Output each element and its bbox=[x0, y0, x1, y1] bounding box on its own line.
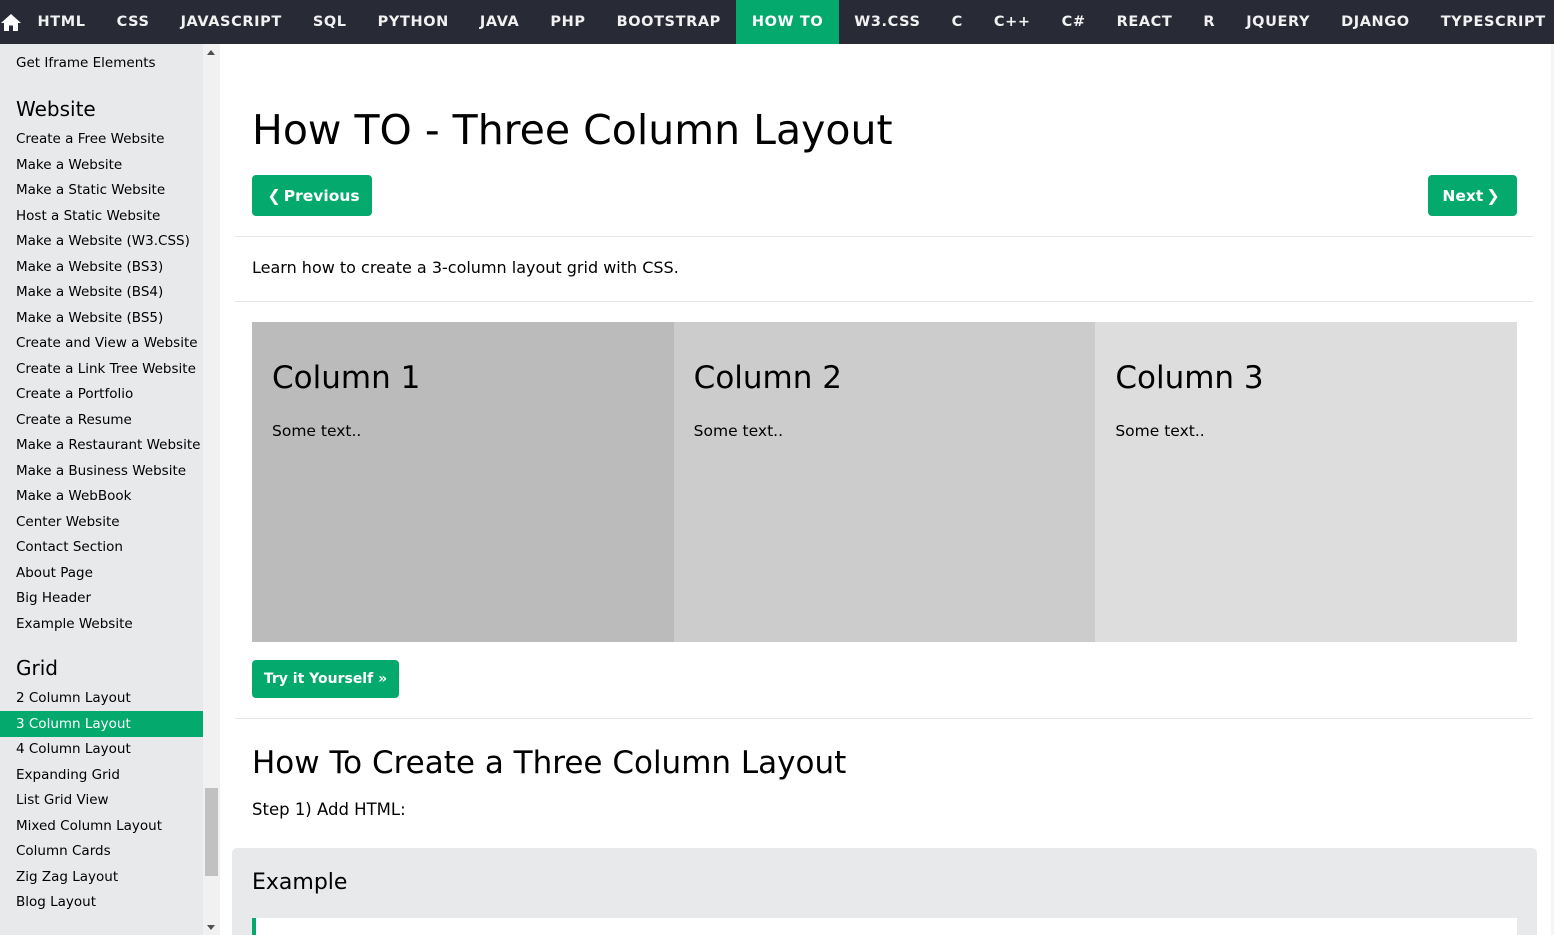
sidebar-item-list-grid-view[interactable]: List Grid View bbox=[0, 788, 203, 814]
sidebar-item-create-a-free-website[interactable]: Create a Free Website bbox=[0, 127, 203, 153]
nav-item-css[interactable]: CSS bbox=[101, 0, 165, 44]
intro-text: Learn how to create a 3-column layout gr… bbox=[252, 258, 679, 277]
nav-item-react[interactable]: REACT bbox=[1101, 0, 1188, 44]
sidebar-item-create-a-link-tree-website[interactable]: Create a Link Tree Website bbox=[0, 356, 203, 382]
sidebar-item-blog-layout[interactable]: Blog Layout bbox=[0, 890, 203, 916]
sidebar-item-create-a-resume[interactable]: Create a Resume bbox=[0, 407, 203, 433]
previous-button[interactable]: ❮ Previous bbox=[252, 175, 372, 216]
section-heading: How To Create a Three Column Layout bbox=[252, 745, 847, 781]
nav-item-typescript[interactable]: TYPESCRIPT bbox=[1425, 0, 1554, 44]
column-3: Column 3 Some text.. bbox=[1095, 322, 1518, 642]
top-navigation: HTML CSS JAVASCRIPT SQL PYTHON JAVA PHP BOOTSTR… bbox=[0, 0, 1554, 44]
sidebar: Get Iframe Elements Website Create a Fre… bbox=[0, 44, 203, 935]
sidebar-heading-website: Website bbox=[16, 96, 96, 121]
try-it-yourself-button[interactable]: Try it Yourself » bbox=[252, 660, 399, 698]
next-label: Next bbox=[1442, 186, 1484, 205]
nav-item-javascript[interactable]: JAVASCRIPT bbox=[165, 0, 297, 44]
nav-item-c[interactable]: C++ bbox=[978, 0, 1046, 44]
column-1: Column 1 Some text.. bbox=[252, 322, 674, 642]
three-column-demo: Column 1 Some text.. Column 2 Some text.… bbox=[252, 322, 1518, 642]
column-text: Some text.. bbox=[693, 422, 784, 440]
sidebar-item-get-iframe-elements[interactable]: Get Iframe Elements bbox=[0, 50, 203, 76]
divider bbox=[235, 301, 1533, 302]
sidebar-item-center-website[interactable]: Center Website bbox=[0, 509, 203, 535]
sidebar-item-make-a-website-bs4[interactable]: Make a Website (BS4) bbox=[0, 280, 203, 306]
sidebar-item-make-a-restaurant-website[interactable]: Make a Restaurant Website bbox=[0, 433, 203, 459]
next-button[interactable]: Next ❯ bbox=[1428, 175, 1517, 216]
step-text: Step 1) Add HTML: bbox=[252, 800, 406, 819]
main-content: How TO - Three Column Layout ❮ Previous … bbox=[220, 44, 1554, 935]
previous-label: Previous bbox=[283, 186, 360, 205]
sidebar-item-make-a-business-website[interactable]: Make a Business Website bbox=[0, 458, 203, 484]
scroll-down-arrow-icon[interactable] bbox=[207, 925, 215, 930]
nav-item-jquery[interactable]: JQUERY bbox=[1231, 0, 1326, 44]
column-heading: Column 2 bbox=[693, 360, 842, 396]
sidebar-item-make-a-static-website[interactable]: Make a Static Website bbox=[0, 178, 203, 204]
column-heading: Column 3 bbox=[1115, 360, 1264, 396]
nav-item-django[interactable]: DJANGO bbox=[1326, 0, 1426, 44]
divider bbox=[235, 718, 1533, 719]
nav-item-html[interactable]: HTML bbox=[22, 0, 101, 44]
sidebar-item-create-a-portfolio[interactable]: Create a Portfolio bbox=[0, 382, 203, 408]
sidebar-grid-list: 2 Column Layout 3 Column Layout 4 Column L… bbox=[0, 686, 203, 916]
example-heading: Example bbox=[252, 870, 348, 895]
sidebar-item-make-a-webbook[interactable]: Make a WebBook bbox=[0, 484, 203, 510]
nav-item-r[interactable]: R bbox=[1188, 0, 1231, 44]
sidebar-item-2-column-layout[interactable]: 2 Column Layout bbox=[0, 686, 203, 712]
page-title: How TO - Three Column Layout bbox=[252, 106, 893, 154]
nav-item-c[interactable]: C bbox=[936, 0, 978, 44]
sidebar-item-create-and-view-a-website[interactable]: Create and View a Website bbox=[0, 331, 203, 357]
nav-item-bootstrap[interactable]: BOOTSTRAP bbox=[601, 0, 736, 44]
example-box: Example bbox=[232, 848, 1537, 935]
column-text: Some text.. bbox=[1115, 422, 1205, 440]
sidebar-item-make-a-website-bs5[interactable]: Make a Website (BS5) bbox=[0, 305, 203, 331]
sidebar-item-mixed-column-layout[interactable]: Mixed Column Layout bbox=[0, 813, 203, 839]
divider bbox=[235, 236, 1533, 237]
code-block bbox=[252, 918, 1517, 935]
home-link[interactable] bbox=[0, 0, 22, 44]
nav-item-sql[interactable]: SQL bbox=[297, 0, 362, 44]
nav-item-python[interactable]: PYTHON bbox=[362, 0, 464, 44]
nav-item-how-to[interactable]: HOW TO bbox=[736, 0, 839, 44]
sidebar-item-example-website[interactable]: Example Website bbox=[0, 611, 203, 637]
sidebar-item-expanding-grid[interactable]: Expanding Grid bbox=[0, 762, 203, 788]
chevron-right-icon: ❯ bbox=[1486, 186, 1500, 205]
sidebar-item-big-header[interactable]: Big Header bbox=[0, 586, 203, 612]
sidebar-website-list: Create a Free Website Make a Website Make … bbox=[0, 127, 203, 637]
sidebar-item-contact-section[interactable]: Contact Section bbox=[0, 535, 203, 561]
nav-item-c[interactable]: C# bbox=[1046, 0, 1101, 44]
sidebar-item-make-a-website-bs3[interactable]: Make a Website (BS3) bbox=[0, 254, 203, 280]
sidebar-item-4-column-layout[interactable]: 4 Column Layout bbox=[0, 737, 203, 763]
column-2: Column 2 Some text.. bbox=[673, 322, 1096, 642]
sidebar-item-make-a-website-w3-css[interactable]: Make a Website (W3.CSS) bbox=[0, 229, 203, 255]
column-text: Some text.. bbox=[272, 422, 362, 440]
nav-item-w3-css[interactable]: W3.CSS bbox=[839, 0, 936, 44]
sidebar-item-zig-zag-layout[interactable]: Zig Zag Layout bbox=[0, 864, 203, 890]
home-icon bbox=[1, 13, 21, 31]
sidebar-item-host-a-static-website[interactable]: Host a Static Website bbox=[0, 203, 203, 229]
scroll-up-arrow-icon[interactable] bbox=[207, 50, 215, 55]
chevron-left-icon: ❮ bbox=[267, 186, 281, 205]
sidebar-item-about-page[interactable]: About Page bbox=[0, 560, 203, 586]
sidebar-item-column-cards[interactable]: Column Cards bbox=[0, 839, 203, 865]
nav-item-java[interactable]: JAVA bbox=[464, 0, 535, 44]
sidebar-scrollbar[interactable] bbox=[203, 44, 220, 935]
scrollbar-thumb[interactable] bbox=[205, 788, 218, 876]
column-heading: Column 1 bbox=[272, 360, 421, 396]
sidebar-heading-grid: Grid bbox=[16, 655, 58, 680]
nav-item-php[interactable]: PHP bbox=[535, 0, 601, 44]
sidebar-item-make-a-website[interactable]: Make a Website bbox=[0, 152, 203, 178]
sidebar-item-3-column-layout[interactable]: 3 Column Layout bbox=[0, 711, 203, 737]
